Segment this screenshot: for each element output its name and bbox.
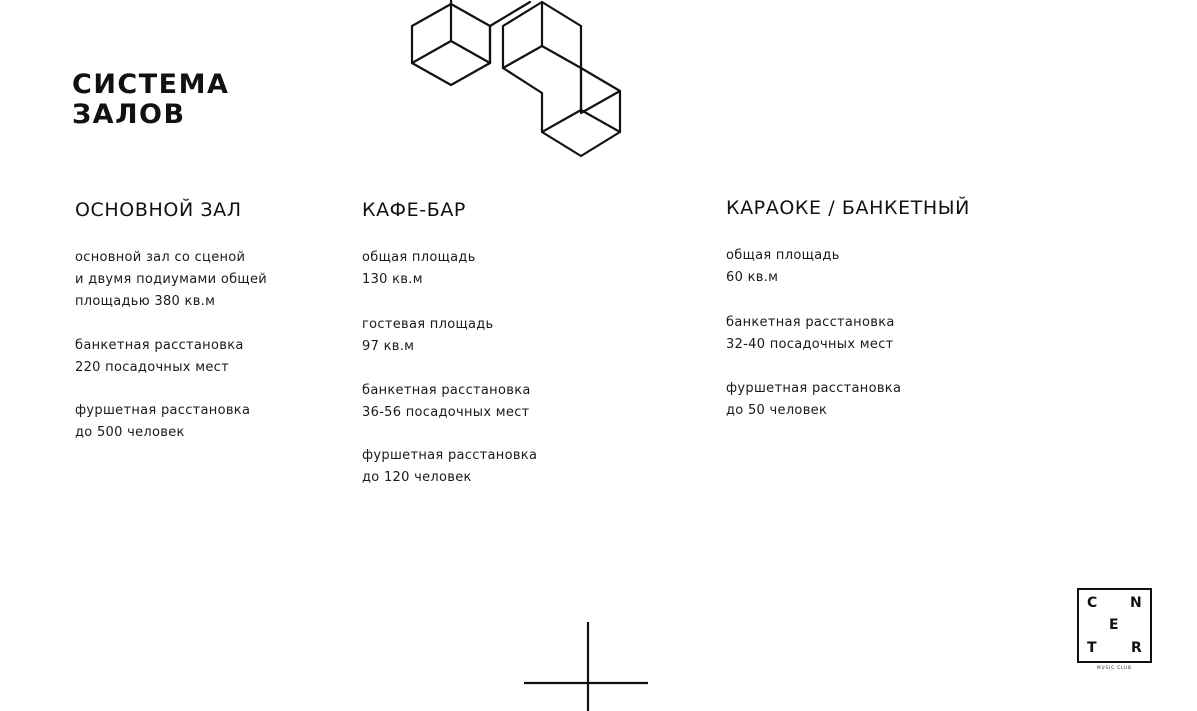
- info-line: 220 посадочных мест: [75, 360, 229, 375]
- hall-name: КАРАОКЕ / БАНКЕТНЫЙ: [726, 197, 970, 219]
- hall-info-block: гостевая площадь 97 кв.м: [362, 314, 494, 358]
- info-line: 32-40 посадочных мест: [726, 337, 894, 352]
- hall-info-block: основной зал со сценой и двумя подиумами…: [75, 247, 267, 313]
- info-line: до 500 человек: [75, 425, 185, 440]
- hall-info-block: общая площадь 60 кв.м: [726, 245, 840, 289]
- info-line: до 120 человек: [362, 470, 472, 485]
- logo-letter: E: [1109, 617, 1119, 633]
- hall-info-block: фуршетная расстановка до 50 человек: [726, 378, 901, 422]
- isometric-cubes-icon: [410, 0, 622, 158]
- logo-letter: R: [1131, 640, 1142, 656]
- hall-info-block: фуршетная расстановка до 120 человек: [362, 445, 537, 489]
- logo-letter: C: [1087, 595, 1098, 611]
- info-line: общая площадь: [362, 250, 476, 265]
- page-title-line-1: СИСТЕМА: [72, 69, 230, 100]
- info-line: 97 кв.м: [362, 339, 415, 354]
- info-line: и двумя подиумами общей: [75, 272, 267, 287]
- logo-letter: N: [1130, 595, 1142, 611]
- hall-info-block: банкетная расстановка 36-56 посадочных м…: [362, 380, 531, 424]
- hall-info-block: фуршетная расстановка до 500 человек: [75, 400, 250, 444]
- info-line: банкетная расстановка: [362, 383, 531, 398]
- hall-info-block: банкетная расстановка 220 посадочных мес…: [75, 335, 244, 379]
- page-title: СИСТЕМА ЗАЛОВ: [72, 70, 229, 130]
- hall-info-block: банкетная расстановка 32-40 посадочных м…: [726, 312, 895, 356]
- info-line: фуршетная расстановка: [75, 403, 251, 418]
- info-line: площадью 380 кв.м: [75, 294, 216, 309]
- info-line: гостевая площадь: [362, 317, 494, 332]
- hall-system-page: СИСТЕМА ЗАЛОВ ОСНОВНОЙ ЗАЛ основной зал …: [0, 0, 1197, 711]
- logo-letter: T: [1087, 640, 1097, 656]
- info-line: 130 кв.м: [362, 272, 423, 287]
- info-line: фуршетная расстановка: [362, 448, 538, 463]
- logo-subtitle: MUSIC CLUB: [1097, 665, 1132, 670]
- info-line: основной зал со сценой: [75, 250, 246, 265]
- center-music-club-logo: C N E T R MUSIC CLUB: [1077, 588, 1153, 674]
- info-line: до 50 человек: [726, 403, 828, 418]
- info-line: 60 кв.м: [726, 270, 779, 285]
- info-line: 36-56 посадочных мест: [362, 405, 530, 420]
- info-line: банкетная расстановка: [75, 338, 244, 353]
- crosshair-icon: [524, 622, 648, 711]
- info-line: банкетная расстановка: [726, 315, 895, 330]
- hall-name: КАФЕ-БАР: [362, 199, 466, 221]
- hall-info-block: общая площадь 130 кв.м: [362, 247, 476, 291]
- page-title-line-2: ЗАЛОВ: [72, 99, 186, 130]
- info-line: фуршетная расстановка: [726, 381, 902, 396]
- info-line: общая площадь: [726, 248, 840, 263]
- hall-name: ОСНОВНОЙ ЗАЛ: [75, 199, 242, 221]
